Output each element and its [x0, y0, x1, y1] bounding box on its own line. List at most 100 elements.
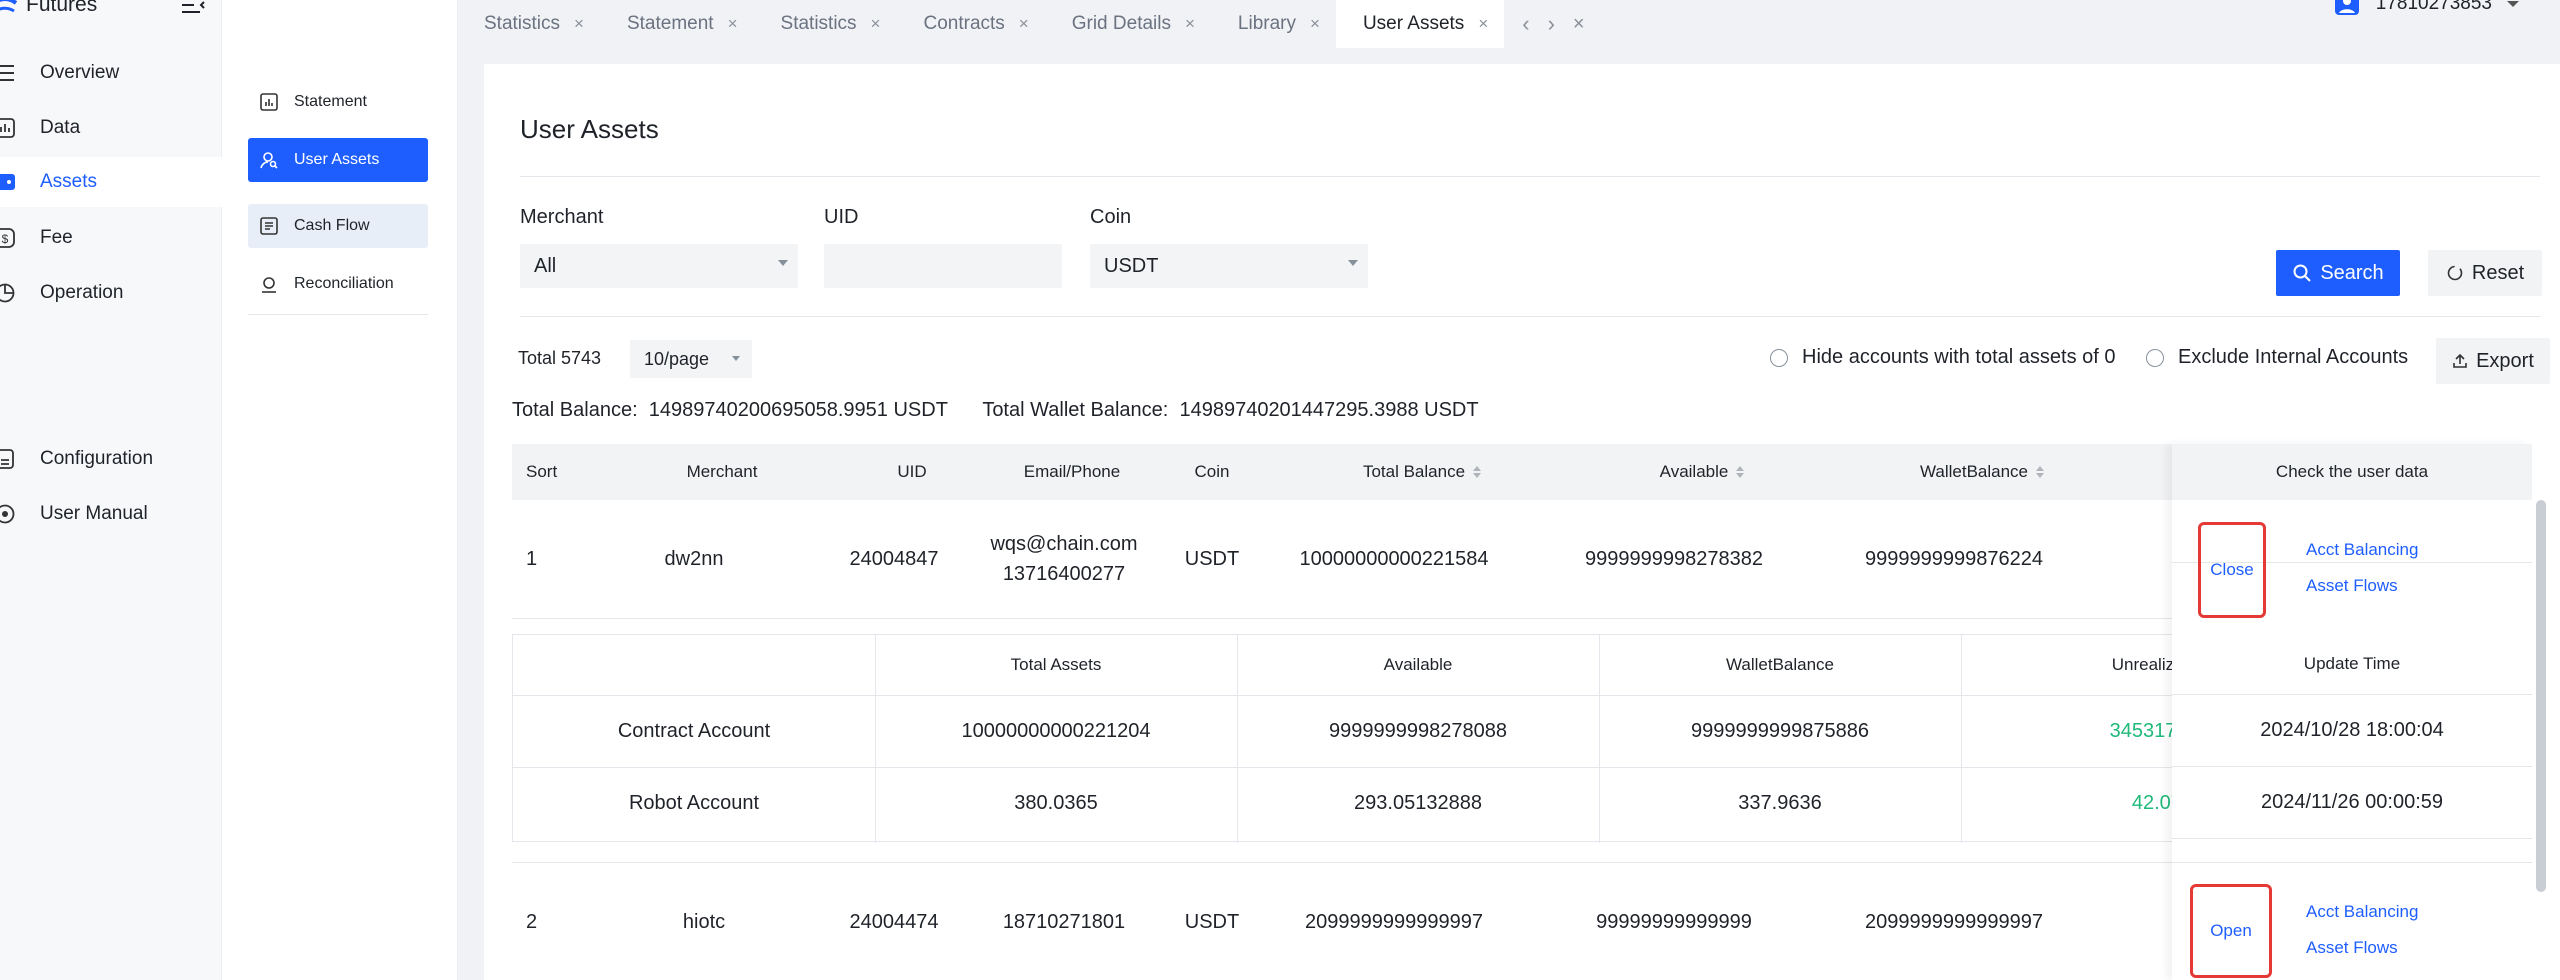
subnav-item-label: Reconciliation [294, 275, 394, 292]
sidebar-item-data[interactable]: Data [0, 103, 222, 153]
subnav-item-cash-flow[interactable]: Cash Flow [248, 204, 428, 248]
merchant-value: All [534, 254, 557, 277]
row2-uid: 24004474 [849, 910, 939, 933]
acct-balancing-link[interactable]: Acct Balancing [2306, 902, 2418, 922]
close-icon[interactable]: × [1310, 14, 1320, 34]
tab-statistics[interactable]: Statistics × [458, 0, 600, 48]
reset-label: Reset [2471, 261, 2525, 284]
close-icon[interactable]: × [871, 14, 881, 34]
row1-uid: 24004847 [849, 547, 939, 570]
sidebar-item-label: Fee [40, 227, 73, 248]
radio-icon [1770, 348, 1788, 367]
sidebar-item-fee[interactable]: $ Fee [0, 213, 222, 263]
page-title: User Assets [520, 114, 659, 144]
sidebar-item-label: Operation [40, 282, 124, 303]
sub-row1-update-time: 2024/10/28 18:00:04 [2260, 718, 2444, 741]
subcol-total-assets: Total Assets [1010, 655, 1102, 674]
svg-text:$: $ [2, 232, 9, 246]
sort-icon [1473, 466, 1482, 478]
report-icon [258, 91, 280, 113]
reset-button[interactable]: Reset [2428, 250, 2542, 296]
row1-wallet-balance: 9999999999876224 [1865, 547, 2043, 570]
tab-label: Library [1237, 13, 1296, 34]
total-balance-value: 14989740200695058.9951 USDT [648, 399, 948, 421]
page-size-value: 10/page [644, 348, 710, 369]
close-icon[interactable]: × [1478, 14, 1488, 34]
search-label: Search [2320, 261, 2384, 284]
chevron-left-icon[interactable]: ‹ [1522, 11, 1529, 37]
divider [520, 176, 2540, 177]
close-icon[interactable]: × [728, 14, 738, 34]
subnav-item-user-assets[interactable]: User Assets [248, 138, 428, 182]
col-label: WalletBalance [1919, 462, 2029, 481]
sub-row2-available: 293.05132888 [1354, 791, 1482, 814]
asset-flows-link[interactable]: Asset Flows [2306, 938, 2398, 958]
row1-email-phone: wqs@chain.com 13716400277 [964, 500, 1164, 618]
close-detail-button[interactable]: Close [2198, 522, 2266, 618]
wallet-icon [0, 171, 16, 193]
tab-label: User Assets [1362, 13, 1465, 34]
reconcile-icon [258, 273, 280, 295]
sub-row2-update-time: 2024/11/26 00:00:59 [2260, 790, 2444, 813]
sidebar-item-label: User Manual [40, 503, 148, 524]
total-count: Total 5743 [518, 348, 602, 368]
subnav-item-label: Cash Flow [294, 217, 370, 234]
exclude-internal-checkbox[interactable]: Exclude Internal Accounts [2146, 346, 2408, 369]
sort-icon [1736, 466, 1745, 478]
open-detail-button[interactable]: Open [2190, 884, 2272, 978]
row1-sort: 1 [526, 547, 538, 570]
row2-sort: 2 [526, 910, 538, 933]
sidebar-item-overview[interactable]: Overview [0, 48, 222, 98]
tab-statement[interactable]: Statement × [600, 0, 754, 48]
hide-zero-label: Hide accounts with total assets of 0 [1802, 346, 2116, 368]
sidebar-item-user-manual[interactable]: User Manual [0, 489, 222, 539]
tab-grid-details[interactable]: Grid Details × [1045, 0, 1211, 48]
tab-user-assets[interactable]: User Assets × [1335, 0, 1505, 48]
col-total-balance[interactable]: Total Balance [1292, 444, 1552, 500]
vertical-scrollbar[interactable] [2536, 500, 2546, 892]
tab-contracts[interactable]: Contracts × [896, 0, 1044, 48]
menu-collapse-icon[interactable] [180, 0, 206, 16]
export-button[interactable]: Export [2436, 338, 2550, 384]
tab-label: Grid Details [1071, 13, 1171, 34]
tab-library[interactable]: Library × [1211, 0, 1336, 48]
col-available[interactable]: Available [1572, 444, 1832, 500]
close-all-icon[interactable]: × [1573, 13, 1585, 36]
row1-coin: USDT [1184, 547, 1240, 570]
merchant-select[interactable]: All [520, 244, 798, 288]
tab-label: Statistics [484, 13, 561, 34]
sidebar-item-configuration[interactable]: Configuration [0, 434, 222, 484]
sub-row2-total-assets: 380.0365 [1014, 791, 1098, 814]
caret-down-icon [1348, 260, 1358, 266]
close-icon[interactable]: × [1019, 14, 1029, 34]
col-sort: Sort [526, 462, 558, 481]
coin-select[interactable]: USDT [1090, 244, 1368, 288]
radio-icon [2146, 348, 2164, 367]
search-button[interactable]: Search [2276, 250, 2400, 296]
uid-input[interactable] [824, 244, 1062, 288]
col-check-user-data: Check the user data [2172, 444, 2532, 500]
col-email: Email/Phone [1023, 462, 1121, 481]
acct-balancing-link[interactable]: Acct Balancing [2306, 540, 2418, 560]
subnav-item-reconciliation[interactable]: Reconciliation [248, 262, 428, 306]
sub-row2-wallet-balance: 337.9636 [1738, 791, 1822, 814]
tab-statistics-2[interactable]: Statistics × [754, 0, 897, 48]
divider [248, 314, 428, 315]
sort-icon [2036, 466, 2045, 478]
col-wallet-balance[interactable]: WalletBalance [1852, 444, 2112, 500]
row2-available: 99999999999999 [1596, 910, 1752, 933]
sidebar-item-assets[interactable]: Assets [0, 157, 222, 207]
chevron-right-icon[interactable]: › [1548, 11, 1555, 37]
asset-flows-link[interactable]: Asset Flows [2306, 576, 2398, 596]
hide-zero-checkbox[interactable]: Hide accounts with total assets of 0 [1770, 346, 2116, 369]
sub-row1-unrealized: 345317.0 [2109, 719, 2193, 742]
sidebar-item-label: Assets [40, 171, 98, 192]
user-menu[interactable]: 17810273853 [2334, 0, 2520, 16]
sidebar-item-operation[interactable]: Operation [0, 268, 222, 318]
close-icon[interactable]: × [1185, 14, 1195, 34]
close-icon[interactable]: × [574, 14, 584, 34]
subnav-item-statement[interactable]: Statement [248, 80, 428, 124]
export-label: Export [2476, 349, 2534, 372]
page-size-select[interactable]: 10/page [630, 340, 752, 378]
compass-icon [0, 503, 16, 525]
